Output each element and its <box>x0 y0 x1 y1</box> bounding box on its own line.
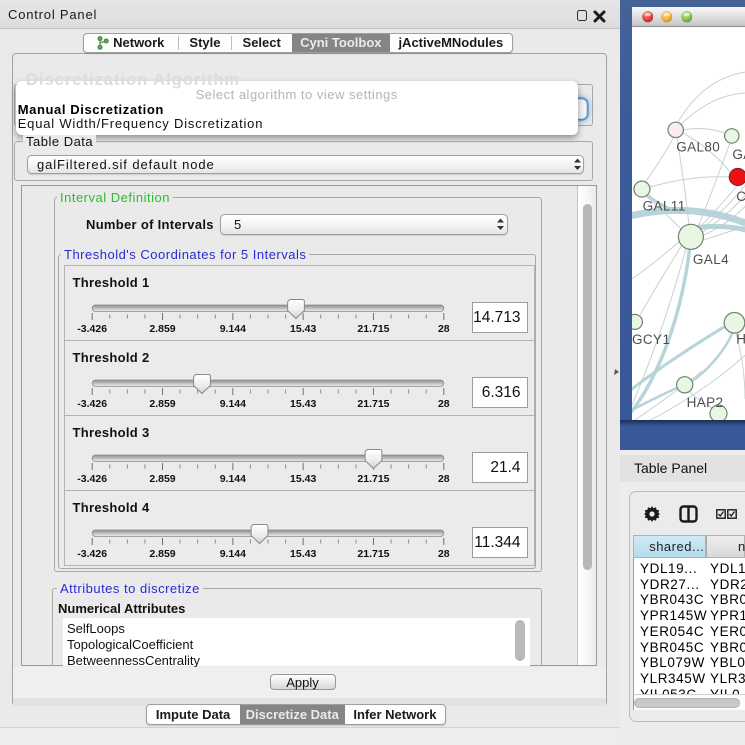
svg-text:28: 28 <box>437 548 449 560</box>
svg-text:HAP2: HAP2 <box>686 395 723 410</box>
svg-text:GCY1: GCY1 <box>632 332 670 347</box>
svg-text:-3.426: -3.426 <box>77 473 107 485</box>
svg-text:2.859: 2.859 <box>149 398 175 410</box>
svg-text:9.144: 9.144 <box>219 398 245 410</box>
svg-text:GAL11: GAL11 <box>642 199 685 214</box>
svg-text:9.144: 9.144 <box>219 473 245 485</box>
svg-text:GAL80: GAL80 <box>676 140 720 155</box>
svg-text:2.859: 2.859 <box>149 473 175 485</box>
svg-text:21.715: 21.715 <box>357 473 389 485</box>
svg-text:28: 28 <box>437 398 449 410</box>
svg-text:2.859: 2.859 <box>149 323 175 335</box>
svg-text:28: 28 <box>437 473 449 485</box>
svg-text:GAL4: GAL4 <box>692 252 728 267</box>
svg-text:9.144: 9.144 <box>219 323 245 335</box>
svg-text:-3.426: -3.426 <box>77 548 107 560</box>
svg-text:15.43: 15.43 <box>290 548 316 560</box>
svg-text:C: C <box>736 189 745 204</box>
svg-text:21.715: 21.715 <box>357 323 389 335</box>
svg-text:15.43: 15.43 <box>290 473 316 485</box>
svg-text:9.144: 9.144 <box>219 548 245 560</box>
svg-text:2.859: 2.859 <box>149 548 175 560</box>
svg-text:-3.426: -3.426 <box>77 323 107 335</box>
svg-text:-3.426: -3.426 <box>77 398 107 410</box>
svg-text:GA: GA <box>732 147 745 162</box>
svg-text:15.43: 15.43 <box>290 323 316 335</box>
svg-text:28: 28 <box>437 323 449 335</box>
svg-text:H: H <box>736 332 745 347</box>
svg-text:21.715: 21.715 <box>357 548 389 560</box>
svg-text:15.43: 15.43 <box>290 398 316 410</box>
svg-text:21.715: 21.715 <box>357 398 389 410</box>
